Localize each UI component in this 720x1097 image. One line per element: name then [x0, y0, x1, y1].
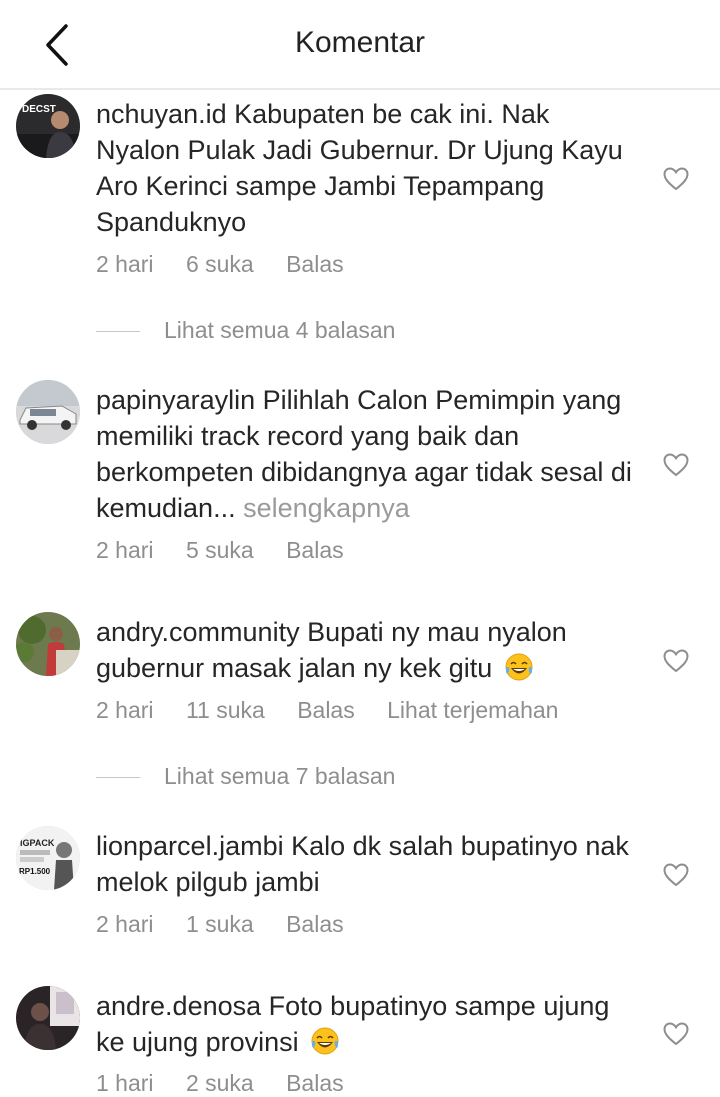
translate-link[interactable]: Lihat terjemahan — [387, 697, 558, 724]
view-replies-button[interactable]: Lihat semua 4 balasan — [96, 317, 395, 344]
view-replies-button[interactable]: Lihat semua 7 balasan — [96, 763, 395, 790]
avatar-logo-text: IGPACK — [20, 838, 55, 848]
comment-time: 2 hari — [96, 537, 154, 563]
avatar[interactable] — [16, 380, 80, 444]
laughing-tears-emoji — [505, 653, 533, 681]
comment-text: andre.denosa Foto bupatinyo sampe ujung … — [96, 988, 636, 1060]
comment-meta: 2 hari 6 suka Balas — [96, 251, 370, 278]
avatar[interactable]: IGPACK RP1.500 — [16, 826, 80, 890]
comment-likes[interactable]: 6 suka — [186, 251, 254, 278]
comment-likes[interactable]: 1 suka — [186, 911, 254, 938]
comment-text: nchuyan.id Kabupaten be cak ini. Nak Nya… — [96, 96, 636, 240]
heart-outline-icon[interactable] — [663, 167, 689, 191]
reply-button[interactable]: Balas — [286, 1070, 344, 1097]
reply-button[interactable]: Balas — [286, 251, 344, 278]
comment-username[interactable]: andry.community — [96, 617, 300, 647]
page-title: Komentar — [294, 26, 426, 59]
replies-divider — [96, 331, 140, 333]
avatar-logo-text: DECST — [22, 104, 56, 115]
comment-text: papinyaraylin Pilihlah Calon Pemimpin ya… — [96, 382, 636, 526]
comment-time: 1 hari — [96, 1070, 154, 1096]
comment-username[interactable]: lionparcel.jambi — [96, 831, 284, 861]
laughing-tears-emoji — [311, 1027, 339, 1055]
comment-username[interactable]: nchuyan.id — [96, 99, 227, 129]
reply-button[interactable]: Balas — [286, 537, 344, 564]
heart-outline-icon[interactable] — [663, 1022, 689, 1046]
comment-username[interactable]: papinyaraylin — [96, 385, 255, 415]
heart-outline-icon[interactable] — [663, 863, 689, 887]
heart-outline-icon[interactable] — [663, 649, 689, 673]
avatar-price-text: RP1.500 — [19, 867, 51, 876]
comment-likes[interactable]: 5 suka — [186, 537, 254, 564]
header-bar: Komentar — [0, 0, 720, 90]
comment-meta: 2 hari 5 suka Balas — [96, 537, 370, 564]
comment-time: 2 hari — [96, 697, 154, 723]
comment-time: 2 hari — [96, 911, 154, 937]
replies-divider — [96, 777, 140, 779]
comment-meta: 1 hari 2 suka Balas — [96, 1070, 370, 1097]
comment-time: 2 hari — [96, 251, 154, 277]
avatar[interactable] — [16, 986, 80, 1050]
avatar[interactable] — [16, 612, 80, 676]
comment-username[interactable]: andre.denosa — [96, 991, 261, 1021]
reply-button[interactable]: Balas — [286, 911, 344, 938]
comment-meta: 2 hari 1 suka Balas — [96, 911, 370, 938]
comment-likes[interactable]: 11 suka — [186, 697, 265, 724]
heart-outline-icon[interactable] — [663, 453, 689, 477]
comment-meta: 2 hari 11 suka Balas Lihat terjemahan — [96, 697, 584, 724]
view-replies-label: Lihat semua 7 balasan — [164, 763, 396, 789]
avatar[interactable]: DECST — [16, 94, 80, 158]
reply-button[interactable]: Balas — [297, 697, 355, 724]
view-replies-label: Lihat semua 4 balasan — [164, 317, 396, 343]
comment-text: andry.community Bupati ny mau nyalon gub… — [96, 614, 636, 686]
comment-likes[interactable]: 2 suka — [186, 1070, 254, 1097]
comment-text: lionparcel.jambi Kalo dk salah bupatinyo… — [96, 828, 636, 900]
see-more-link[interactable]: selengkapnya — [243, 493, 410, 523]
